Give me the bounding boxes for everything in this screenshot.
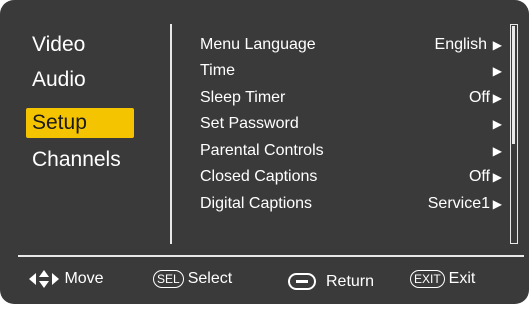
setting-label: Set Password bbox=[200, 115, 299, 132]
menu-item-channels[interactable]: Channels bbox=[26, 145, 134, 175]
direction-arrows-icon bbox=[29, 269, 59, 288]
setting-value: Service1 bbox=[427, 195, 490, 212]
legend-return: Return bbox=[288, 271, 374, 293]
legend-select: SEL Select bbox=[153, 268, 232, 290]
setting-row-time[interactable]: Time ▶ bbox=[200, 59, 502, 83]
right-arrow-icon: ▶ bbox=[492, 144, 502, 158]
sel-key-icon: SEL bbox=[153, 269, 184, 288]
right-arrow-icon: ▶ bbox=[492, 197, 502, 211]
tv-osd-menu: Video Audio Setup Channels Menu Language… bbox=[0, 0, 529, 304]
button-legend: Move SEL Select Return EXIT Exit bbox=[0, 264, 529, 294]
setting-label: Closed Captions bbox=[200, 168, 318, 185]
right-arrow-icon: ▶ bbox=[492, 64, 502, 78]
setting-label: Menu Language bbox=[200, 36, 316, 53]
right-arrow-icon: ▶ bbox=[492, 38, 502, 52]
setting-row-menu-language[interactable]: Menu Language English ▶ bbox=[200, 33, 502, 57]
setting-row-closed-captions[interactable]: Closed Captions Off ▶ bbox=[200, 165, 502, 189]
setting-row-parental-controls[interactable]: Parental Controls ▶ bbox=[200, 139, 502, 163]
scrollbar-thumb[interactable] bbox=[512, 26, 515, 144]
legend-return-label: Return bbox=[326, 273, 375, 290]
exit-key-icon: EXIT bbox=[410, 269, 445, 288]
setting-row-sleep-timer[interactable]: Sleep Timer Off ▶ bbox=[200, 86, 502, 110]
right-arrow-icon: ▶ bbox=[492, 170, 502, 184]
setting-value: Off bbox=[468, 168, 490, 185]
setting-row-set-password[interactable]: Set Password ▶ bbox=[200, 112, 502, 136]
scrollbar[interactable] bbox=[510, 24, 518, 244]
setting-label: Time bbox=[200, 62, 235, 79]
menu-item-audio[interactable]: Audio bbox=[26, 65, 134, 95]
setting-row-digital-captions[interactable]: Digital Captions Service1 ▶ bbox=[200, 192, 502, 216]
horizontal-divider bbox=[18, 255, 524, 257]
setting-value: Off bbox=[468, 89, 490, 106]
legend-select-label: Select bbox=[187, 270, 233, 287]
legend-move: Move bbox=[28, 268, 104, 290]
setting-label: Sleep Timer bbox=[200, 89, 286, 106]
return-key-icon bbox=[288, 273, 316, 291]
right-arrow-icon: ▶ bbox=[492, 91, 502, 105]
setting-value: English bbox=[434, 36, 487, 53]
menu-item-video[interactable]: Video bbox=[26, 30, 134, 60]
setting-label: Digital Captions bbox=[200, 195, 313, 212]
legend-exit: EXIT Exit bbox=[410, 268, 475, 290]
setting-label: Parental Controls bbox=[200, 142, 324, 159]
menu-item-setup[interactable]: Setup bbox=[26, 108, 134, 138]
right-arrow-icon: ▶ bbox=[492, 117, 502, 131]
vertical-divider bbox=[170, 24, 172, 244]
legend-exit-label: Exit bbox=[448, 270, 476, 287]
legend-move-label: Move bbox=[64, 270, 104, 287]
